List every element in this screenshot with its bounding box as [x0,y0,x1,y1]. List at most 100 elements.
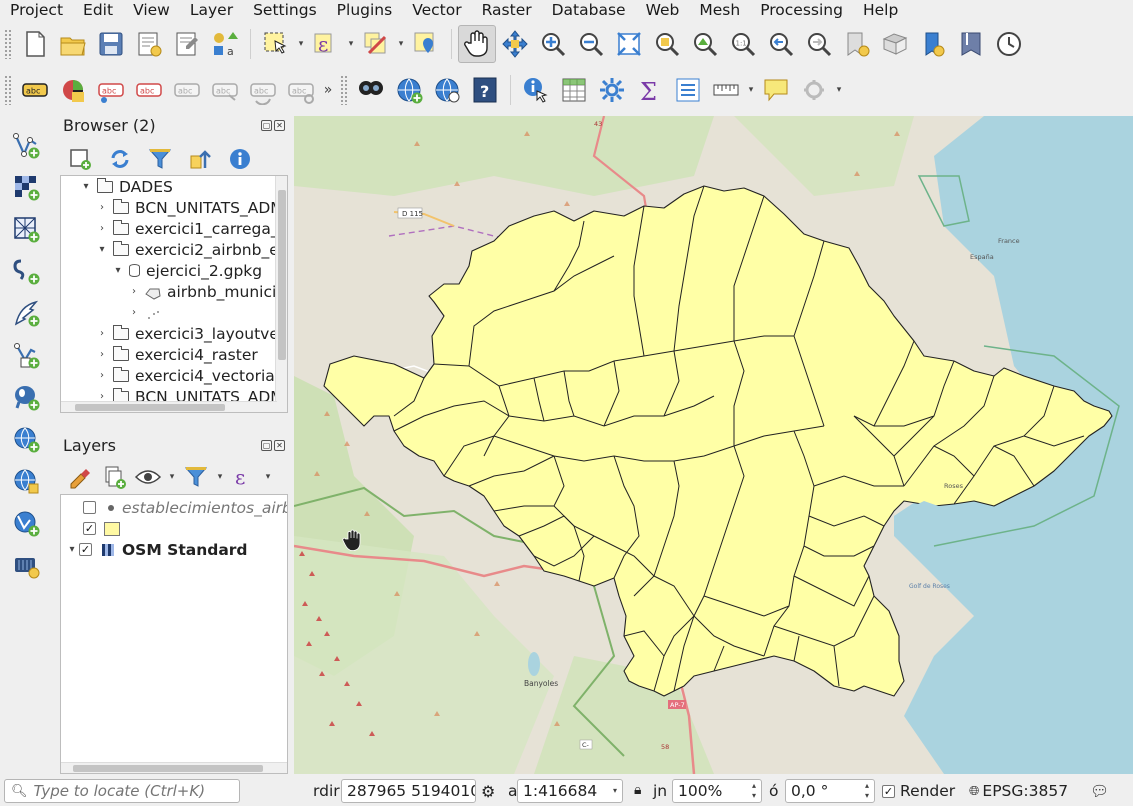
add-wcs-layer-icon[interactable] [4,461,48,501]
layers-horizontal-scrollbar[interactable] [61,762,287,773]
menu-project[interactable]: Project [0,1,73,19]
toolbox-icon[interactable] [593,71,631,109]
properties-info-icon[interactable] [224,140,256,178]
deselect-icon[interactable] [357,25,395,63]
measure-icon[interactable] [707,71,745,109]
filter-legend-icon[interactable] [180,458,212,496]
pin-label-icon[interactable]: abc [92,71,130,109]
chevron-right-icon[interactable]: › [95,349,109,360]
chevron-right-icon[interactable]: › [95,202,109,213]
save-project-icon[interactable] [92,25,130,63]
attribute-form-icon[interactable] [669,71,707,109]
zoom-out-icon[interactable] [572,25,610,63]
zoom-next-icon[interactable] [800,25,838,63]
layer-item[interactable]: ▾ ✓ OSM Standard [65,539,247,560]
new-project-icon[interactable] [16,25,54,63]
add-gpx-icon[interactable] [4,293,48,333]
menu-mesh[interactable]: Mesh [689,1,750,19]
menu-layer[interactable]: Layer [180,1,243,19]
chevron-down-icon[interactable]: ▾ [111,265,125,276]
browser-tree[interactable]: ▾ DADES › BCN_UNITATS_ADM › exercici1_carrega… [60,175,288,413]
chevron-right-icon[interactable]: › [95,223,109,234]
temporal-controller-icon[interactable] [990,25,1028,63]
chevron-down-icon[interactable]: ▾ [295,39,307,49]
render-checkbox[interactable]: ✓ [882,784,895,798]
spin-arrows-icon[interactable]: ▴ ▾ [749,781,759,801]
style-manager-icon[interactable]: a [206,25,244,63]
rotation-field[interactable]: 0,0 ° ▴ ▾ [785,779,875,803]
layer-item[interactable]: establecimientos_airb [83,497,287,518]
highlight-label-icon[interactable]: abc [130,71,168,109]
label-icon[interactable]: abc [16,71,54,109]
visibility-eye-icon[interactable] [132,458,164,496]
browser-item[interactable]: › exercici4_raster [95,344,258,365]
float-panel-icon[interactable]: ▢ [261,440,272,451]
new-map-view-icon[interactable] [914,25,952,63]
pan-to-selection-icon[interactable] [496,25,534,63]
toolbar-grip[interactable] [340,75,348,105]
show-label-icon[interactable]: abc [168,71,206,109]
more-tools-icon[interactable]: » [320,82,336,98]
new-print-layout-icon[interactable] [130,25,168,63]
pan-map-icon[interactable] [458,25,496,63]
collapse-all-icon[interactable] [184,140,216,178]
zoom-native-icon[interactable]: 1:1 [724,25,762,63]
browser-item[interactable]: ▾ exercici2_airbnb_er [95,239,285,260]
rotate-label-icon[interactable]: abc [244,71,282,109]
move-label-icon[interactable]: abc [206,71,244,109]
select-features-icon[interactable] [257,25,295,63]
menu-raster[interactable]: Raster [472,1,542,19]
open-project-icon[interactable] [54,25,92,63]
chevron-right-icon[interactable]: › [95,370,109,381]
menu-view[interactable]: View [123,1,180,19]
menu-edit[interactable]: Edit [73,1,123,19]
add-wms-layer-icon[interactable] [4,419,48,459]
show-bookmarks-icon[interactable] [876,25,914,63]
help-icon[interactable]: ? [466,71,504,109]
wms-search-icon[interactable] [428,71,466,109]
magnifier-field[interactable]: 100% ▴ ▾ [672,779,762,803]
layout-manager-icon[interactable] [168,25,206,63]
add-virtual-layer-icon[interactable] [4,545,48,585]
chevron-down-icon[interactable]: ▾ [166,472,178,482]
zoom-in-icon[interactable] [534,25,572,63]
zoom-full-icon[interactable] [610,25,648,63]
add-delimited-text-icon[interactable] [4,251,48,291]
float-panel-icon[interactable]: ▢ [261,120,272,131]
extents-toggle-icon[interactable]: ⚙ [481,782,495,801]
scale-field[interactable]: 1:416684 ▾ [517,779,623,803]
chevron-down-icon[interactable]: ▾ [833,85,845,95]
zoom-last-icon[interactable] [762,25,800,63]
change-label-icon[interactable]: abc [282,71,320,109]
chevron-down-icon[interactable]: ▾ [214,472,226,482]
identify-features-icon[interactable] [517,71,555,109]
layer-item[interactable]: ✓ [83,518,120,539]
zoom-to-layer-icon[interactable] [686,25,724,63]
chevron-right-icon[interactable]: › [127,307,141,318]
menu-database[interactable]: Database [542,1,636,19]
browser-horizontal-scrollbar[interactable] [61,401,277,412]
toolbar-grip[interactable] [4,29,12,59]
diagram-icon[interactable] [54,71,92,109]
statistics-icon[interactable]: Σ [631,71,669,109]
chevron-right-icon[interactable]: › [127,286,141,297]
toolbar-grip[interactable] [4,75,12,105]
chevron-down-icon[interactable]: ▾ [95,244,109,255]
render-toggle[interactable]: ✓ Render [882,782,955,800]
browser-item[interactable]: ▾ ejercici_2.gpkg [111,260,262,281]
add-vector-layer-icon[interactable] [4,125,48,165]
attribute-table-icon[interactable] [555,71,593,109]
filter-icon[interactable] [144,140,176,178]
zoom-to-selection-icon[interactable] [648,25,686,63]
menu-vector[interactable]: Vector [402,1,471,19]
menu-help[interactable]: Help [853,1,908,19]
add-selected-layers-icon[interactable] [64,140,96,178]
browser-item[interactable]: › airbnb_municip [127,281,286,302]
expression-icon[interactable]: ε [307,25,345,63]
add-spatialite-icon[interactable] [4,335,48,375]
menu-plugins[interactable]: Plugins [327,1,403,19]
browser-item[interactable]: › [127,302,167,323]
coordinate-field[interactable]: 287965 5194010 [341,779,476,803]
chevron-right-icon[interactable]: › [95,328,109,339]
browser-item[interactable]: › exercici3_layoutvec [95,323,287,344]
